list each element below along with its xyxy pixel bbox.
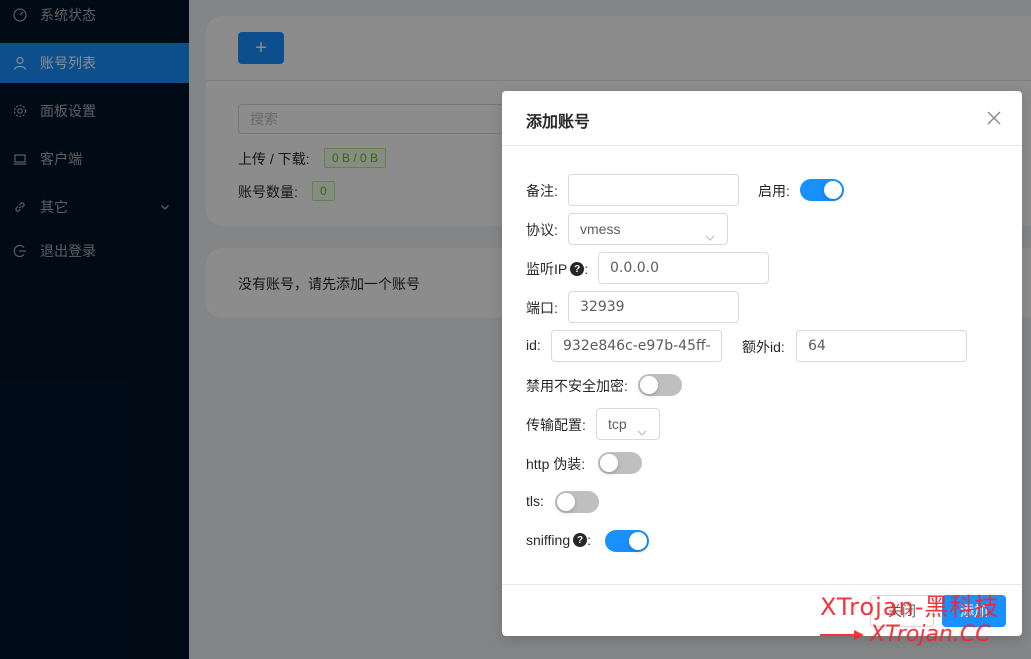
- port-label: 端口:: [526, 300, 558, 316]
- remark-label: 备注:: [526, 183, 558, 199]
- transport-select-value: tcp: [608, 416, 627, 432]
- question-circle-icon[interactable]: ?: [570, 262, 585, 276]
- remark-input[interactable]: [568, 174, 739, 206]
- listen-ip-colon: :: [584, 261, 589, 277]
- tls-label: tls:: [526, 493, 544, 509]
- protocol-label: 协议:: [526, 222, 558, 238]
- sniffing-switch[interactable]: [605, 530, 649, 552]
- id-input[interactable]: 932e846c-e97b-45ff-: [551, 330, 722, 362]
- switch-knob: [640, 376, 658, 394]
- modal-header: 添加账号: [502, 91, 1022, 146]
- enable-switch[interactable]: [800, 179, 844, 201]
- watermark: XTrojan-黑科技 XTrojan.CC: [820, 592, 1000, 647]
- switch-knob: [600, 454, 618, 472]
- listen-ip-label: 监听IP ? :: [526, 259, 588, 279]
- transport-select[interactable]: tcp: [596, 408, 660, 440]
- sniffing-colon: :: [587, 532, 591, 548]
- arrow-right-icon: [820, 629, 864, 640]
- watermark-line-2-text: XTrojan.CC: [870, 622, 991, 647]
- modal-title: 添加账号: [526, 114, 591, 131]
- disable-insecure-switch[interactable]: [638, 374, 682, 396]
- watermark-line-2: XTrojan.CC: [820, 622, 991, 647]
- switch-knob: [824, 181, 842, 199]
- question-circle-icon[interactable]: ?: [573, 533, 588, 547]
- id-label: id:: [526, 337, 541, 353]
- watermark-line-1: XTrojan-黑科技: [820, 593, 1000, 621]
- listen-ip-input[interactable]: 0.0.0.0: [598, 252, 769, 284]
- close-icon[interactable]: [986, 110, 1002, 126]
- chevron-down-icon: [704, 224, 716, 241]
- transport-label: 传输配置:: [526, 417, 586, 433]
- http-camouflage-switch[interactable]: [598, 452, 642, 474]
- http-camouflage-label: http 伪装:: [526, 456, 586, 472]
- sniffing-label: sniffing ? :: [526, 532, 591, 548]
- protocol-select[interactable]: vmess: [568, 213, 728, 245]
- enable-label: 启用:: [758, 183, 790, 199]
- alter-id-label: 额外id:: [742, 339, 785, 355]
- protocol-select-value: vmess: [580, 221, 621, 237]
- chevron-down-icon: [636, 419, 648, 436]
- tls-switch[interactable]: [555, 491, 599, 513]
- add-account-modal: 添加账号 备注: 启用: 协议: vmess 监听IP ? : 0.0.0.0 …: [502, 91, 1022, 636]
- port-input[interactable]: 32939: [568, 291, 739, 323]
- sniffing-label-text: sniffing: [526, 532, 571, 548]
- switch-knob: [629, 532, 647, 550]
- alter-id-input[interactable]: 64: [796, 330, 967, 362]
- listen-ip-label-text: 监听IP: [526, 261, 568, 277]
- switch-knob: [557, 493, 575, 511]
- disable-insecure-label: 禁用不安全加密:: [526, 378, 628, 394]
